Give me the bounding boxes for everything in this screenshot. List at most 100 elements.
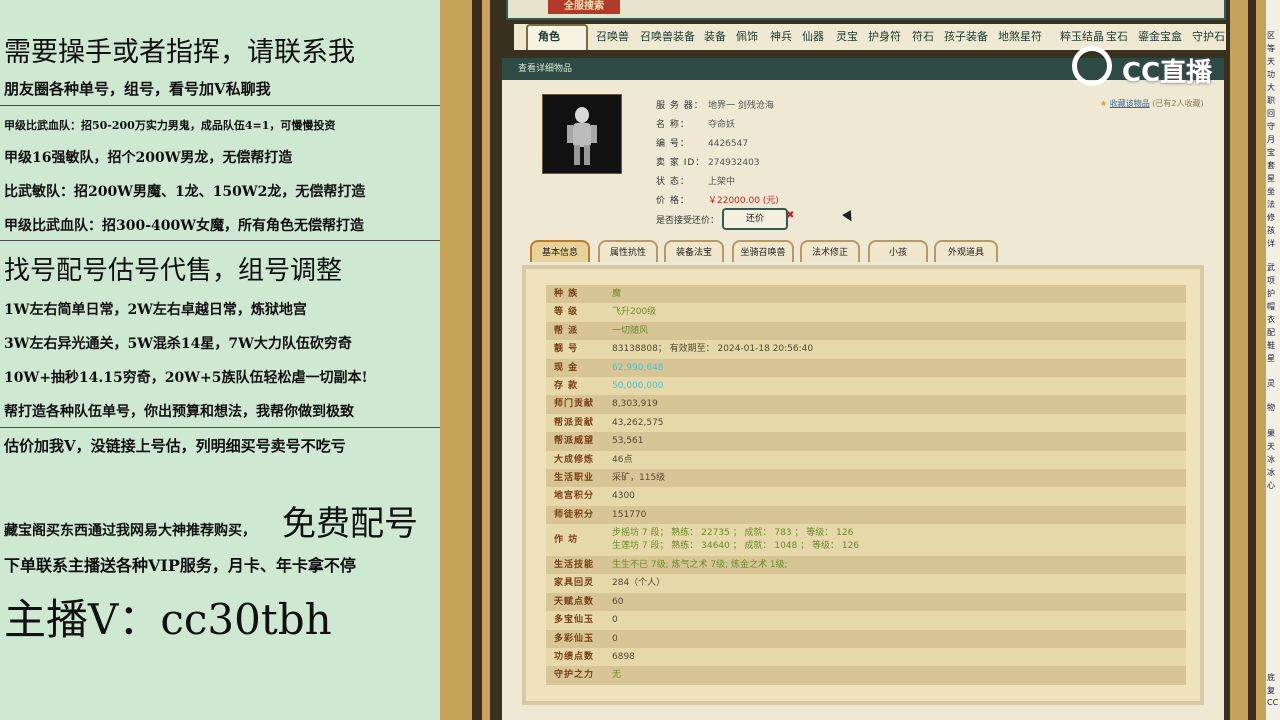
character-portrait: [542, 94, 622, 174]
row-key: 大成修炼: [554, 454, 595, 465]
favorite: ★ 收藏该物品 (已有2人收藏): [1100, 98, 1204, 109]
tab-summon-equip[interactable]: 召唤兽装备: [640, 28, 695, 44]
row-key: 天赋点数: [554, 596, 595, 607]
side-item[interactable]: 法: [1267, 199, 1275, 210]
row-key: 守护之力: [554, 670, 595, 681]
tab-jade-crystal[interactable]: 粹玉结晶: [1060, 28, 1104, 44]
side-item[interactable]: CC: [1267, 698, 1278, 707]
tab-rune-stone[interactable]: 符石: [912, 28, 934, 44]
side-item[interactable]: 区: [1267, 30, 1275, 41]
side-item[interactable]: 项: [1267, 275, 1275, 286]
info-value: 274932403: [708, 158, 760, 168]
tab-amulet[interactable]: 护身符: [868, 28, 901, 44]
row-key: 师门贡献: [554, 399, 595, 410]
promo-line: 1W左右简单日常，2W左右卓越日常，炼狱地宫: [4, 302, 307, 318]
tab-child-equip[interactable]: 孩子装备: [944, 28, 988, 44]
tab-immortal-tool[interactable]: 仙器: [802, 28, 824, 44]
tab-gold-box[interactable]: 鎏金宝盒: [1138, 28, 1182, 44]
row-key: 生活职业: [554, 472, 595, 483]
subtab-basic[interactable]: 基本信息: [530, 240, 590, 262]
table-row: 等 级 飞升200级: [546, 303, 1186, 322]
side-item[interactable]: 护: [1267, 288, 1275, 299]
table-row: 种 族魔: [546, 285, 1186, 304]
side-item[interactable]: 月: [1267, 134, 1275, 145]
tab-gem[interactable]: 宝石: [1106, 28, 1128, 44]
side-item[interactable]: 守: [1267, 121, 1275, 132]
close-icon[interactable]: ✖: [786, 210, 794, 221]
table-row: 现 金 62,990,648: [546, 358, 1186, 377]
character-figure-icon: [567, 107, 597, 165]
table-row-workshop: 作 坊 步摇坊 7 段； 熟练： 22735 ； 成就： 783 ； 等级： 1…: [546, 524, 1186, 557]
side-item[interactable]: 帽: [1267, 301, 1275, 312]
side-item[interactable]: 职: [1267, 95, 1275, 106]
side-item[interactable]: 套: [1267, 160, 1275, 171]
side-item[interactable]: 详: [1267, 238, 1275, 249]
detail-content: 服 务 器： 地界一 剑残沧海 名 称： 夺命妖 编 号： 4426547 卖 家 I…: [502, 80, 1224, 720]
side-item[interactable]: 冰: [1267, 454, 1275, 465]
side-item[interactable]: 灵: [1267, 378, 1275, 389]
tab-guard-stone[interactable]: 守护石: [1192, 28, 1225, 44]
side-item[interactable]: 武: [1267, 262, 1275, 273]
promo-line: 10W+抽秒14.15穷奇，20W+5族队伍轻松虐一切副本!: [4, 370, 368, 386]
side-item[interactable]: 鞋: [1267, 340, 1275, 351]
haggle-button[interactable]: 还价: [722, 208, 788, 230]
info-status: 状 态： 上架中: [656, 174, 735, 187]
info-key: 名 称：: [656, 120, 690, 130]
tab-divine-weapon[interactable]: 神兵: [770, 28, 792, 44]
subtab-spell[interactable]: 法术修正: [800, 240, 860, 262]
tab-summon[interactable]: 召唤兽: [596, 28, 629, 44]
side-item[interactable]: 冰: [1267, 467, 1275, 478]
tab-accessory[interactable]: 佩饰: [736, 28, 758, 44]
side-item[interactable]: 底: [1267, 672, 1275, 683]
side-item[interactable]: 修: [1267, 212, 1275, 223]
side-item[interactable]: 宝: [1267, 147, 1275, 158]
tab-equip[interactable]: 装备: [704, 28, 726, 44]
side-item[interactable]: 功: [1267, 69, 1275, 80]
side-item[interactable]: 孩: [1267, 225, 1275, 236]
side-item[interactable]: 星: [1267, 173, 1275, 184]
tab-role[interactable]: 角色: [538, 28, 560, 44]
row-value: 43,262,575: [612, 417, 664, 428]
side-item[interactable]: 星: [1267, 353, 1275, 364]
row-value: 46点: [612, 454, 633, 465]
tab-star-rune[interactable]: 地煞星符: [998, 28, 1042, 44]
subtab-resistance[interactable]: 属性抗性: [598, 240, 658, 262]
side-item[interactable]: 物: [1267, 402, 1275, 413]
info-key: 服 务 器：: [656, 101, 704, 111]
side-item[interactable]: 等: [1267, 43, 1275, 54]
row-key: 靓 号: [554, 344, 579, 355]
table-row: 靓 号 83138808； 有效期至： 2024-01-18 20:56:40: [546, 340, 1186, 359]
basic-info-table: 种 族 魔 等 级 飞升200级 帮 派 一切随风 靓 号 83138808； 有效期至…: [546, 285, 1186, 685]
search-logo: 全服搜索: [548, 0, 620, 14]
side-item[interactable]: 心: [1267, 480, 1275, 491]
row-key: 多宝仙玉: [554, 615, 595, 626]
table-row: 生活职业 采矿，115级: [546, 468, 1186, 488]
tab-spirit-treasure[interactable]: 灵宝: [836, 28, 858, 44]
side-item[interactable]: 衣: [1267, 314, 1275, 325]
row-value: 0: [612, 633, 618, 644]
price-value: ￥22000.00 (元): [708, 196, 779, 206]
subtab-appearance[interactable]: 外观道具: [934, 240, 998, 262]
table-row: 多宝仙玉 0: [546, 611, 1186, 630]
side-item[interactable]: 大: [1267, 82, 1275, 93]
side-item[interactable]: 配: [1267, 327, 1275, 338]
side-item[interactable]: 天: [1267, 441, 1275, 452]
side-item[interactable]: 复: [1267, 685, 1275, 696]
subtab-child[interactable]: 小孩: [868, 240, 928, 262]
promo-contact: 主播V：cc30tbh: [4, 595, 332, 644]
info-seller: 卖 家 ID： 274932403: [656, 155, 760, 168]
info-key: 价 格：: [656, 196, 690, 206]
row-key: 师徒积分: [554, 509, 595, 520]
row-value: 飞升200级: [612, 307, 657, 318]
side-item[interactable]: 坐: [1267, 186, 1275, 197]
side-item[interactable]: 果: [1267, 428, 1275, 439]
subtab-mount-summon[interactable]: 坐骑召唤兽: [732, 240, 794, 262]
basic-info-panel: 种 族 魔 等 级 飞升200级 帮 派 一切随风 靓 号 83138808； 有效期至…: [522, 265, 1204, 705]
info-value: 夺命妖: [708, 120, 736, 130]
subtab-equipment[interactable]: 装备法宝: [664, 240, 724, 262]
table-row: 生活技能 生生不已 7级; 炼气之术 7级; 炼金之术 1级;: [546, 556, 1186, 575]
side-item[interactable]: 回: [1267, 108, 1275, 119]
promo-line: 朋友圈各种单号，组号，看号加V私聊我: [4, 80, 271, 98]
favorite-link[interactable]: 收藏该物品: [1110, 99, 1150, 108]
side-item[interactable]: 天: [1267, 56, 1275, 67]
